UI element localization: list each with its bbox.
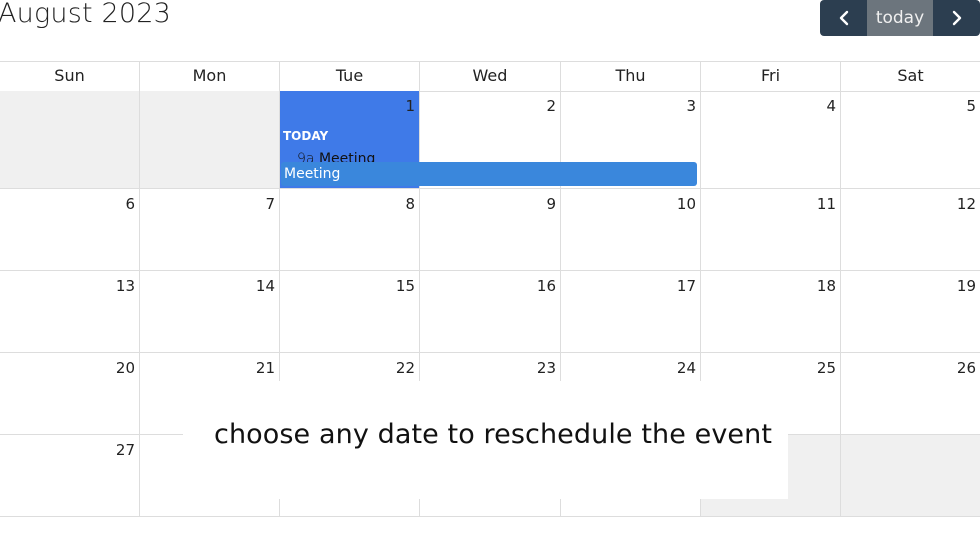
weekday-fri: Fri [700, 62, 840, 91]
day-number: 6 [125, 195, 135, 213]
day-cell[interactable]: 8 [279, 189, 419, 271]
navigation-buttons: today [820, 0, 980, 36]
chevron-left-icon [839, 10, 848, 26]
day-number: 20 [115, 359, 135, 377]
day-number: 8 [405, 195, 415, 213]
weekday-mon: Mon [139, 62, 279, 91]
day-cell[interactable]: 11 [700, 189, 840, 271]
weekday-tue: Tue [279, 62, 419, 91]
day-cell[interactable]: 6 [0, 189, 139, 271]
reschedule-hint-overlay: choose any date to reschedule the event [183, 381, 788, 499]
calendar-title: August 2023 [0, 0, 172, 29]
day-cell[interactable]: 9 [419, 189, 560, 271]
weekday-wed: Wed [419, 62, 560, 91]
multi-day-event[interactable]: Meeting [281, 162, 697, 186]
day-cell[interactable] [139, 91, 279, 189]
day-cell[interactable]: 18 [700, 271, 840, 353]
day-number: 25 [816, 359, 836, 377]
day-cell[interactable]: 4 [700, 91, 840, 189]
day-cell[interactable]: 16 [419, 271, 560, 353]
today-badge: TODAY [283, 129, 329, 143]
weekday-sat: Sat [840, 62, 980, 91]
weekday-header: Sun Mon Tue Wed Thu Fri Sat [0, 61, 980, 92]
day-cell[interactable]: 12 [840, 189, 980, 271]
day-number: 4 [826, 97, 836, 115]
day-number: 5 [966, 97, 976, 115]
day-number: 1 [405, 97, 415, 115]
day-number: 19 [956, 277, 976, 295]
chevron-right-icon [952, 10, 961, 26]
day-number: 7 [265, 195, 275, 213]
day-number: 23 [536, 359, 556, 377]
day-cell[interactable]: 14 [139, 271, 279, 353]
day-number: 11 [816, 195, 836, 213]
day-cell[interactable]: 10 [560, 189, 700, 271]
reschedule-hint-text: choose any date to reschedule the event [214, 419, 773, 450]
day-number: 26 [956, 359, 976, 377]
day-number: 15 [395, 277, 415, 295]
prev-month-button[interactable] [820, 0, 867, 36]
day-number: 16 [536, 277, 556, 295]
day-number: 10 [676, 195, 696, 213]
day-number: 24 [676, 359, 696, 377]
day-cell[interactable]: 20 [0, 353, 139, 435]
day-number: 27 [115, 441, 135, 459]
today-button[interactable]: today [867, 0, 933, 36]
day-number: 9 [546, 195, 556, 213]
day-number: 13 [115, 277, 135, 295]
day-cell[interactable]: 26 [840, 353, 980, 435]
day-number: 3 [686, 97, 696, 115]
weekday-sun: Sun [54, 66, 85, 85]
day-number: 21 [255, 359, 275, 377]
day-cell[interactable] [0, 91, 139, 189]
day-number: 18 [816, 277, 836, 295]
day-cell[interactable]: 27 [0, 435, 139, 517]
day-cell[interactable]: 19 [840, 271, 980, 353]
day-number: 14 [255, 277, 275, 295]
day-cell[interactable] [840, 435, 980, 517]
day-number: 17 [676, 277, 696, 295]
day-number: 22 [395, 359, 415, 377]
next-month-button[interactable] [933, 0, 980, 36]
day-number: 12 [956, 195, 976, 213]
day-cell[interactable]: 17 [560, 271, 700, 353]
day-cell[interactable]: 5 [840, 91, 980, 189]
weekday-thu: Thu [560, 62, 700, 91]
day-number: 2 [546, 97, 556, 115]
day-cell[interactable]: 15 [279, 271, 419, 353]
day-cell[interactable]: 7 [139, 189, 279, 271]
day-cell[interactable]: 13 [0, 271, 139, 353]
